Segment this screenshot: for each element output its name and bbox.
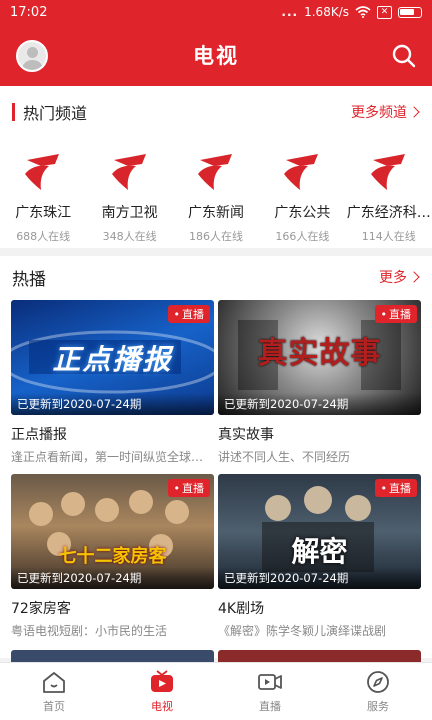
program-description: 《解密》陈学冬颖儿演绎谍战剧 bbox=[218, 624, 387, 638]
notification-icon: ✕ bbox=[377, 5, 392, 19]
search-icon[interactable] bbox=[390, 42, 418, 70]
program-thumbnail: 解密 直播 已更新到2020-07-24期 bbox=[218, 474, 421, 589]
tab-label: 首页 bbox=[43, 700, 65, 713]
program-description: 粤语电视短剧：小市民的生活 bbox=[11, 624, 168, 638]
tab-label: 电视 bbox=[151, 700, 173, 713]
channel-item[interactable]: 南方卫视 348人在线 bbox=[86, 138, 172, 246]
channel-logo-icon bbox=[284, 154, 319, 190]
live-badge: 直播 bbox=[374, 479, 417, 497]
program-card[interactable]: 正点播报 直播 已更新到2020-07-24期 正点播报 逢正点看新闻，第一时间… bbox=[11, 300, 214, 465]
more-channels-label: 更多频道 bbox=[351, 105, 407, 121]
hot-play-title: 热播 bbox=[12, 269, 46, 290]
channel-list: 广东珠江 688人在线 南方卫视 348人在线 广东新闻 186人在线 广东公共… bbox=[0, 138, 432, 246]
program-title: 4K剧场 bbox=[218, 601, 265, 617]
channel-online-count: 186人在线 bbox=[188, 230, 243, 243]
compass-icon bbox=[367, 671, 389, 693]
section-accent-bar bbox=[12, 103, 15, 121]
program-title: 72家房客 bbox=[11, 601, 71, 617]
program-title: 正点播报 bbox=[11, 427, 67, 443]
live-badge: 直播 bbox=[374, 305, 417, 323]
update-status: 已更新到2020-07-24期 bbox=[218, 567, 421, 589]
tab-service[interactable]: 服务 bbox=[324, 663, 432, 720]
thumbnail-logo-text: 正点播报 bbox=[52, 343, 173, 376]
partial-card-row bbox=[0, 650, 432, 662]
hot-channels-header: 热门频道 更多频道 bbox=[0, 86, 432, 138]
hot-channels-title-text: 热门频道 bbox=[23, 104, 88, 123]
program-thumbnail: 七十二家房客 直播 已更新到2020-07-24期 bbox=[11, 474, 214, 589]
channel-logo-icon bbox=[25, 154, 60, 190]
chevron-right-icon bbox=[408, 271, 420, 283]
tab-label: 直播 bbox=[259, 700, 281, 713]
hot-play-section: 热播 更多 正点播报 直播 已更新到2020-07-24期 正点播报 逢正点看新… bbox=[0, 256, 432, 658]
partial-thumbnail bbox=[11, 650, 214, 662]
program-description: 讲述不同人生、不同经历 bbox=[218, 450, 351, 464]
signal-dots: ... bbox=[281, 5, 299, 19]
home-icon bbox=[43, 672, 65, 693]
partial-thumbnail bbox=[218, 650, 421, 662]
more-hot-link[interactable]: 更多 bbox=[379, 267, 420, 287]
program-card[interactable]: 七十二家房客 直播 已更新到2020-07-24期 72家房客 粤语电视短剧：小… bbox=[11, 474, 214, 639]
channel-name: 南方卫视 bbox=[101, 205, 158, 221]
more-hot-label: 更多 bbox=[379, 270, 407, 286]
channel-item[interactable]: 广东珠江 688人在线 bbox=[0, 138, 86, 246]
avatar-body-shape bbox=[22, 60, 43, 70]
network-speed: 1.68K/s bbox=[304, 5, 349, 19]
program-title: 真实故事 bbox=[218, 427, 274, 443]
page-title: 电视 bbox=[193, 44, 239, 68]
channel-logo-icon bbox=[111, 154, 146, 190]
channel-logo-icon bbox=[197, 154, 232, 190]
channel-name: 广东公共 bbox=[274, 205, 331, 221]
tv-icon bbox=[151, 670, 173, 692]
channel-name: 广东新闻 bbox=[187, 205, 244, 221]
program-card[interactable]: 解密 直播 已更新到2020-07-24期 4K剧场 《解密》陈学冬颖儿演绎谍战… bbox=[218, 474, 421, 639]
channel-logo-icon bbox=[370, 154, 405, 190]
tab-live[interactable]: 直播 bbox=[216, 663, 324, 720]
channel-online-count: 348人在线 bbox=[102, 230, 157, 243]
app-header: 电视 bbox=[0, 24, 432, 86]
tab-label: 服务 bbox=[367, 700, 389, 713]
channel-online-count: 688人在线 bbox=[16, 230, 71, 243]
status-bar: 17:02 ... 1.68K/s ✕ bbox=[0, 0, 432, 24]
avatar[interactable] bbox=[16, 40, 48, 72]
status-time: 17:02 bbox=[10, 4, 48, 20]
hot-channels-section: 热门频道 更多频道 广东珠江 688人在线 南方卫视 348人在线 广东新闻 1… bbox=[0, 86, 432, 248]
channel-online-count: 114人在线 bbox=[361, 230, 416, 243]
channel-name: 广东珠江 bbox=[15, 205, 72, 221]
battery-icon bbox=[398, 6, 422, 18]
thumbnail-logo-text: 七十二家房客 bbox=[58, 546, 167, 567]
hot-play-header: 热播 更多 bbox=[0, 256, 432, 298]
tab-tv[interactable]: 电视 bbox=[108, 663, 216, 720]
update-status: 已更新到2020-07-24期 bbox=[11, 567, 214, 589]
program-thumbnail: 正点播报 直播 已更新到2020-07-24期 bbox=[11, 300, 214, 415]
program-thumbnail: 真实故事 直播 已更新到2020-07-24期 bbox=[218, 300, 421, 415]
video-icon bbox=[258, 674, 282, 690]
live-badge: 直播 bbox=[167, 305, 210, 323]
thumbnail-logo-text: 解密 bbox=[291, 535, 348, 568]
avatar-head-shape bbox=[27, 47, 38, 58]
channel-name: 广东经济科… bbox=[346, 205, 431, 221]
program-description: 逢正点看新闻，第一时间纵览全球… bbox=[11, 450, 204, 464]
tab-home[interactable]: 首页 bbox=[0, 663, 108, 720]
wifi-icon bbox=[355, 6, 371, 18]
update-status: 已更新到2020-07-24期 bbox=[11, 393, 214, 415]
chevron-right-icon bbox=[408, 106, 420, 118]
hot-channels-title: 热门频道 bbox=[12, 100, 87, 124]
channel-item[interactable]: 广东新闻 186人在线 bbox=[173, 138, 259, 246]
channel-item[interactable]: 广东经济科… 114人在线 bbox=[346, 138, 432, 246]
channel-item[interactable]: 广东公共 166人在线 bbox=[259, 138, 345, 246]
update-status: 已更新到2020-07-24期 bbox=[218, 393, 421, 415]
channel-online-count: 166人在线 bbox=[275, 230, 330, 243]
bottom-tab-bar: 首页 电视 直播 服务 bbox=[0, 662, 432, 720]
thumbnail-logo-text: 真实故事 bbox=[257, 336, 382, 371]
more-channels-link[interactable]: 更多频道 bbox=[351, 102, 420, 122]
program-card[interactable]: 真实故事 直播 已更新到2020-07-24期 真实故事 讲述不同人生、不同经历 bbox=[218, 300, 421, 465]
live-badge: 直播 bbox=[167, 479, 210, 497]
status-icons: ... 1.68K/s ✕ bbox=[281, 5, 422, 19]
